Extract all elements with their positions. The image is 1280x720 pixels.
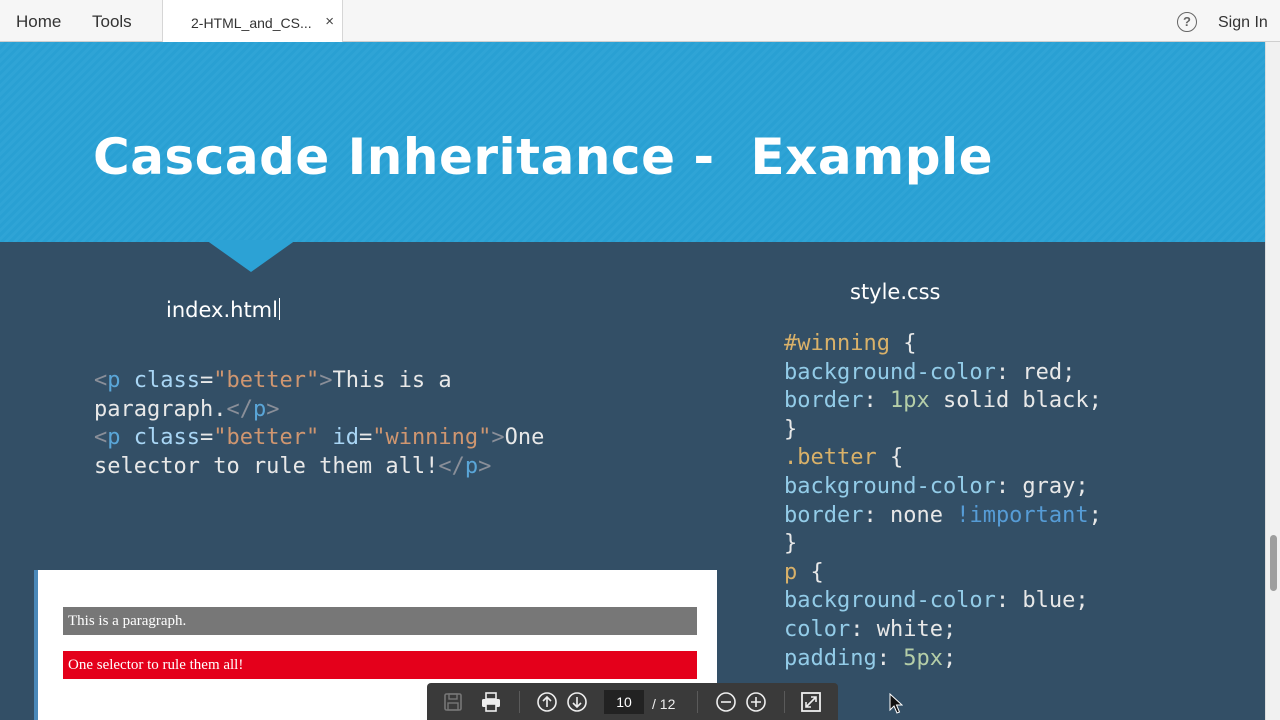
css-code-line: .better {: [784, 445, 904, 471]
scrollbar-thumb[interactable]: [1270, 535, 1277, 591]
previous-page-icon[interactable]: [536, 691, 558, 713]
toolbar-separator: [784, 691, 785, 713]
fit-page-icon[interactable]: [800, 691, 822, 713]
text-caret: [278, 298, 280, 320]
document-tab-label: 2-HTML_and_CS...: [191, 15, 312, 31]
css-code-line: }: [784, 416, 798, 442]
html-file-label: index.html: [166, 298, 280, 322]
css-code-line: color: white;: [784, 616, 957, 642]
mouse-cursor-icon: [889, 693, 903, 714]
html-code-line: <p class="better">This is a: [94, 368, 452, 393]
html-code-line: selector to rule them all!</p>: [94, 453, 492, 479]
close-icon[interactable]: ×: [325, 13, 334, 30]
print-icon[interactable]: [480, 691, 502, 713]
save-icon[interactable]: [442, 691, 464, 713]
toolbar-separator: [519, 691, 520, 713]
html-code-block: <p class="better">This is a paragraph.</…: [94, 367, 544, 481]
preview-paragraph-red: One selector to rule them all!: [63, 651, 697, 679]
zoom-in-icon[interactable]: [745, 691, 767, 713]
css-code-line: border: 1px solid black;: [784, 388, 1102, 414]
header-pointer: [206, 240, 296, 272]
css-code-line: }: [784, 531, 798, 557]
help-icon[interactable]: ?: [1177, 12, 1197, 32]
css-code-line: background-color: gray;: [784, 473, 1089, 499]
html-code-line: paragraph.</p>: [94, 396, 280, 422]
css-file-label: style.css: [850, 280, 941, 304]
slide-page: Cascade Inheritance - Example index.html…: [0, 42, 1265, 720]
preview-paragraph-gray: This is a paragraph.: [63, 607, 697, 635]
sign-in-link[interactable]: Sign In: [1218, 14, 1268, 32]
vertical-scrollbar[interactable]: [1265, 42, 1280, 720]
css-code-line: background-color: blue;: [784, 588, 1089, 614]
next-page-icon[interactable]: [566, 691, 588, 713]
page-number-input[interactable]: 10: [604, 690, 644, 714]
css-code-line: #winning {: [784, 331, 917, 356]
page-navigation-toolbar: 10 / 12: [427, 683, 838, 720]
css-code-line: background-color: red;: [784, 359, 1076, 385]
slide-title: Cascade Inheritance - Example: [93, 128, 994, 186]
css-code-line: border: none !important;: [784, 502, 1102, 528]
toolbar-separator: [697, 691, 698, 713]
html-code-line: <p class="better" id="winning">One: [94, 425, 545, 451]
app-top-bar: Home Tools 2-HTML_and_CS... × ? Sign In: [0, 0, 1280, 42]
document-tab[interactable]: 2-HTML_and_CS... ×: [162, 0, 343, 42]
css-code-block: #winning { background-color: red; border…: [784, 330, 1102, 673]
zoom-out-icon[interactable]: [715, 691, 737, 713]
css-code-line: p {: [784, 559, 824, 585]
home-menu[interactable]: Home: [16, 12, 61, 32]
page-total: / 12: [652, 696, 676, 712]
tools-menu[interactable]: Tools: [92, 12, 132, 32]
css-code-line: padding: 5px;: [784, 645, 957, 671]
